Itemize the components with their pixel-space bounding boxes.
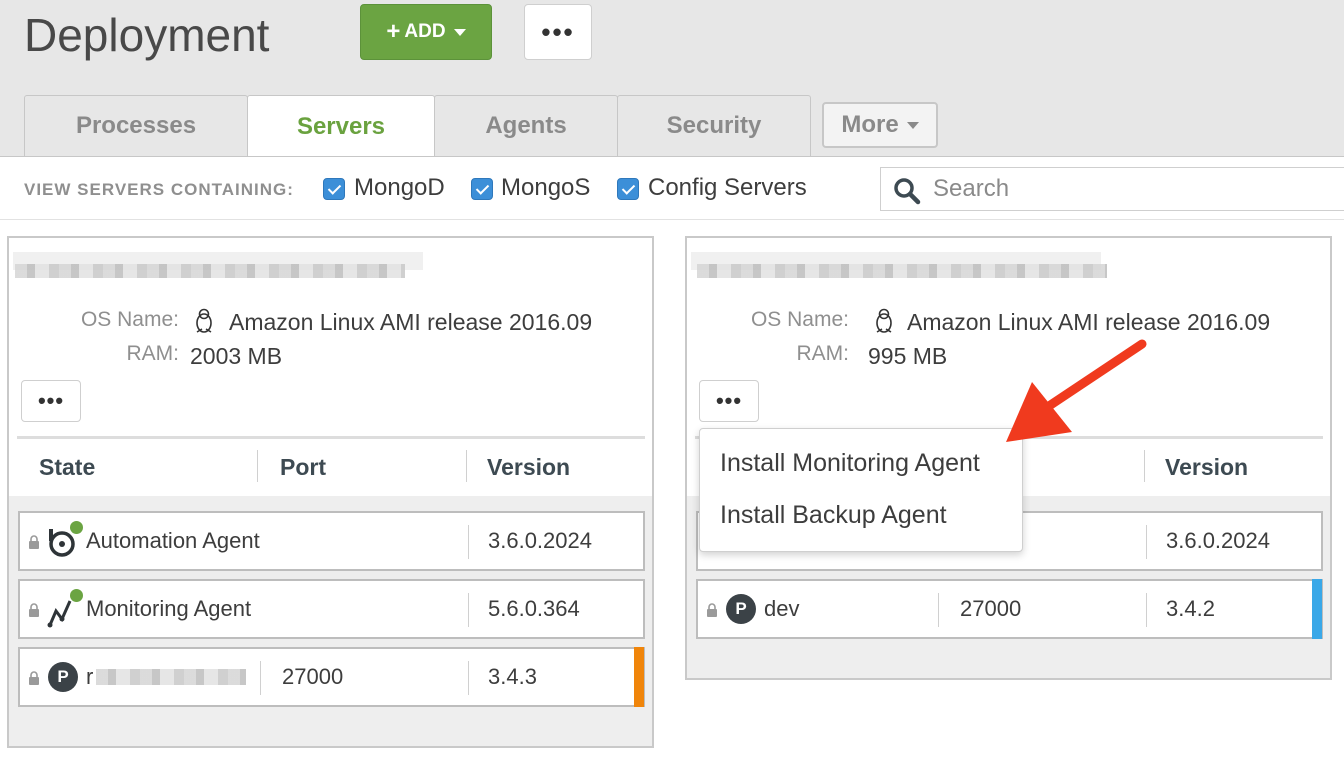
column-header-state: State <box>39 454 96 480</box>
chevron-down-icon <box>453 28 466 36</box>
table-row[interactable]: P dev 27000 3.4.2 <box>696 579 1323 639</box>
primary-status-stripe <box>634 647 644 707</box>
ram-value: 2003 MB <box>190 343 283 369</box>
column-header-version: Version <box>487 454 571 480</box>
mongod-checkbox[interactable] <box>323 178 345 200</box>
header-more-button[interactable]: ••• <box>524 4 592 60</box>
search-box[interactable] <box>880 167 1344 211</box>
hostname-redacted <box>15 264 405 278</box>
menu-item-install-backup-agent[interactable]: Install Backup Agent <box>720 501 947 530</box>
add-button-label: ADD <box>404 21 446 42</box>
ram-label: RAM: <box>796 342 850 365</box>
os-name-label: OS Name: <box>750 308 849 331</box>
process-list: Automation Agent 3.6.0.2024 Monitoring A… <box>9 496 652 746</box>
server-actions-button[interactable]: ••• <box>21 380 81 422</box>
add-button[interactable]: + ADD <box>360 4 492 60</box>
secondary-status-stripe <box>1312 579 1322 639</box>
page-header: Deployment + ADD ••• Processes Servers A… <box>0 0 1344 157</box>
plus-icon: + <box>386 18 401 45</box>
tab-agents[interactable]: Agents <box>434 95 618 156</box>
column-header-port: Port <box>280 454 326 480</box>
table-row[interactable]: Monitoring Agent 5.6.0.364 <box>18 579 645 639</box>
filter-label: VIEW SERVERS CONTAINING: <box>24 180 294 199</box>
status-ok-icon <box>70 589 83 602</box>
process-name: r <box>86 664 94 689</box>
linux-icon <box>196 308 212 333</box>
filter-bar: VIEW SERVERS CONTAINING: MongoD MongoS C… <box>0 156 1344 220</box>
server-card: OS Name: Amazon Linux AMI release 2016.0… <box>7 236 654 748</box>
process-version: 3.4.3 <box>488 664 537 689</box>
tab-servers[interactable]: Servers <box>247 95 435 157</box>
hostname-redacted <box>697 264 1107 278</box>
process-name: Monitoring Agent <box>86 596 252 621</box>
column-header-version: Version <box>1165 454 1249 480</box>
hostname-redacted <box>96 669 246 685</box>
process-port: 27000 <box>960 596 1022 621</box>
search-input[interactable] <box>933 172 1333 206</box>
status-ok-icon <box>70 521 83 534</box>
lock-icon <box>29 535 39 549</box>
server-actions-menu: Install Monitoring Agent Install Backup … <box>699 428 1023 552</box>
process-port: 27000 <box>282 664 344 689</box>
lock-icon <box>707 603 717 617</box>
page-title: Deployment <box>24 9 270 61</box>
chevron-down-icon <box>906 121 919 129</box>
primary-badge: P <box>726 594 756 624</box>
config-servers-checkbox[interactable] <box>617 178 639 200</box>
os-name-value: Amazon Linux AMI release 2016.09 <box>229 309 593 335</box>
ram-value: 995 MB <box>868 343 948 369</box>
mongos-label[interactable]: MongoS <box>501 174 590 202</box>
primary-badge: P <box>48 662 78 692</box>
tab-security[interactable]: Security <box>617 95 811 156</box>
menu-item-install-monitoring-agent[interactable]: Install Monitoring Agent <box>720 449 980 478</box>
table-row[interactable]: P r 27000 3.4.3 <box>18 647 645 707</box>
process-version: 5.6.0.364 <box>488 596 580 621</box>
divider <box>17 436 645 439</box>
process-version: 3.4.2 <box>1166 596 1215 621</box>
lock-icon <box>29 603 39 617</box>
process-name: dev <box>764 596 800 621</box>
tab-processes[interactable]: Processes <box>24 95 248 156</box>
mongod-label[interactable]: MongoD <box>354 174 445 202</box>
os-name-label: OS Name: <box>80 308 179 331</box>
search-icon <box>894 178 921 205</box>
lock-icon <box>29 671 39 685</box>
process-version: 3.6.0.2024 <box>488 528 592 553</box>
linux-icon <box>876 308 892 333</box>
ram-label: RAM: <box>126 342 180 365</box>
mongos-checkbox[interactable] <box>471 178 493 200</box>
tab-more-label: More <box>841 111 899 138</box>
process-version: 3.6.0.2024 <box>1166 528 1270 553</box>
tab-more-dropdown[interactable]: More <box>822 102 938 148</box>
table-row[interactable]: Automation Agent 3.6.0.2024 <box>18 511 645 571</box>
annotation-arrow-icon <box>1006 339 1147 442</box>
process-name: Automation Agent <box>86 528 260 553</box>
server-actions-button[interactable]: ••• <box>699 380 759 422</box>
config-servers-label[interactable]: Config Servers <box>648 174 807 202</box>
